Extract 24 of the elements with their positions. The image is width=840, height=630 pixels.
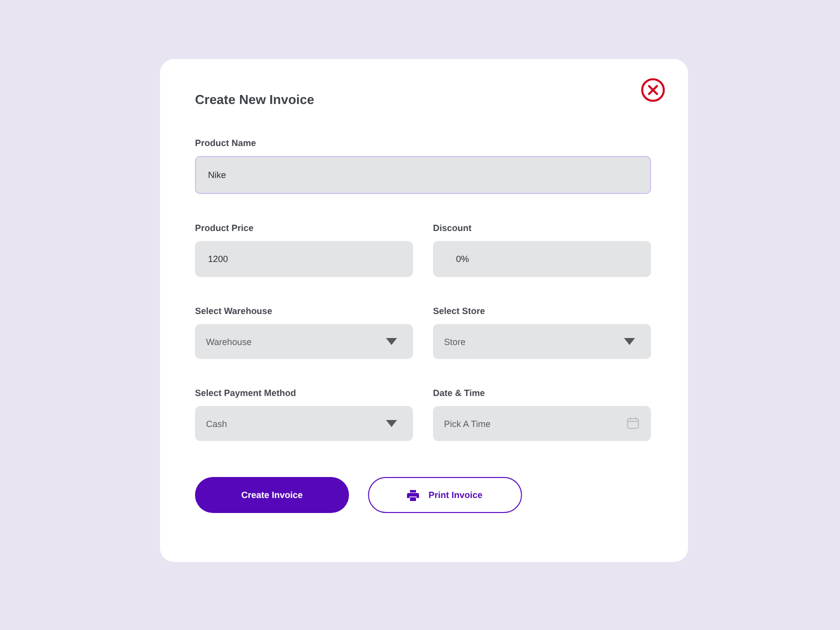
select-field[interactable]: Store xyxy=(433,324,651,359)
field-label: Select Payment Method xyxy=(195,387,296,399)
printer-icon xyxy=(407,490,420,500)
calendar-icon xyxy=(627,417,639,429)
select-field[interactable]: Cash xyxy=(195,406,413,441)
field-label: Product Price xyxy=(195,222,254,234)
field-label: Date & Time xyxy=(433,387,485,399)
date-field[interactable]: Pick A Time xyxy=(433,406,651,441)
caret-icon xyxy=(386,338,397,345)
select-field[interactable]: Warehouse xyxy=(195,324,413,359)
create-invoice-button[interactable]: Create Invoice xyxy=(195,477,349,513)
print-invoice-button[interactable]: Print Invoice xyxy=(368,477,522,513)
field-label: Select Store xyxy=(433,305,486,317)
close-icon xyxy=(641,78,665,102)
dialog-title: Create New Invoice xyxy=(195,91,314,109)
input-field[interactable]: Nike xyxy=(195,156,651,194)
field-label: Product Name xyxy=(195,137,256,149)
close-button[interactable] xyxy=(641,78,665,102)
caret-icon xyxy=(624,338,635,345)
input-field[interactable]: 0% xyxy=(433,241,651,277)
caret-icon xyxy=(386,420,397,427)
field-label: Select Warehouse xyxy=(195,305,272,317)
field-label: Discount xyxy=(433,222,472,234)
input-field[interactable]: 1200 xyxy=(195,241,413,277)
